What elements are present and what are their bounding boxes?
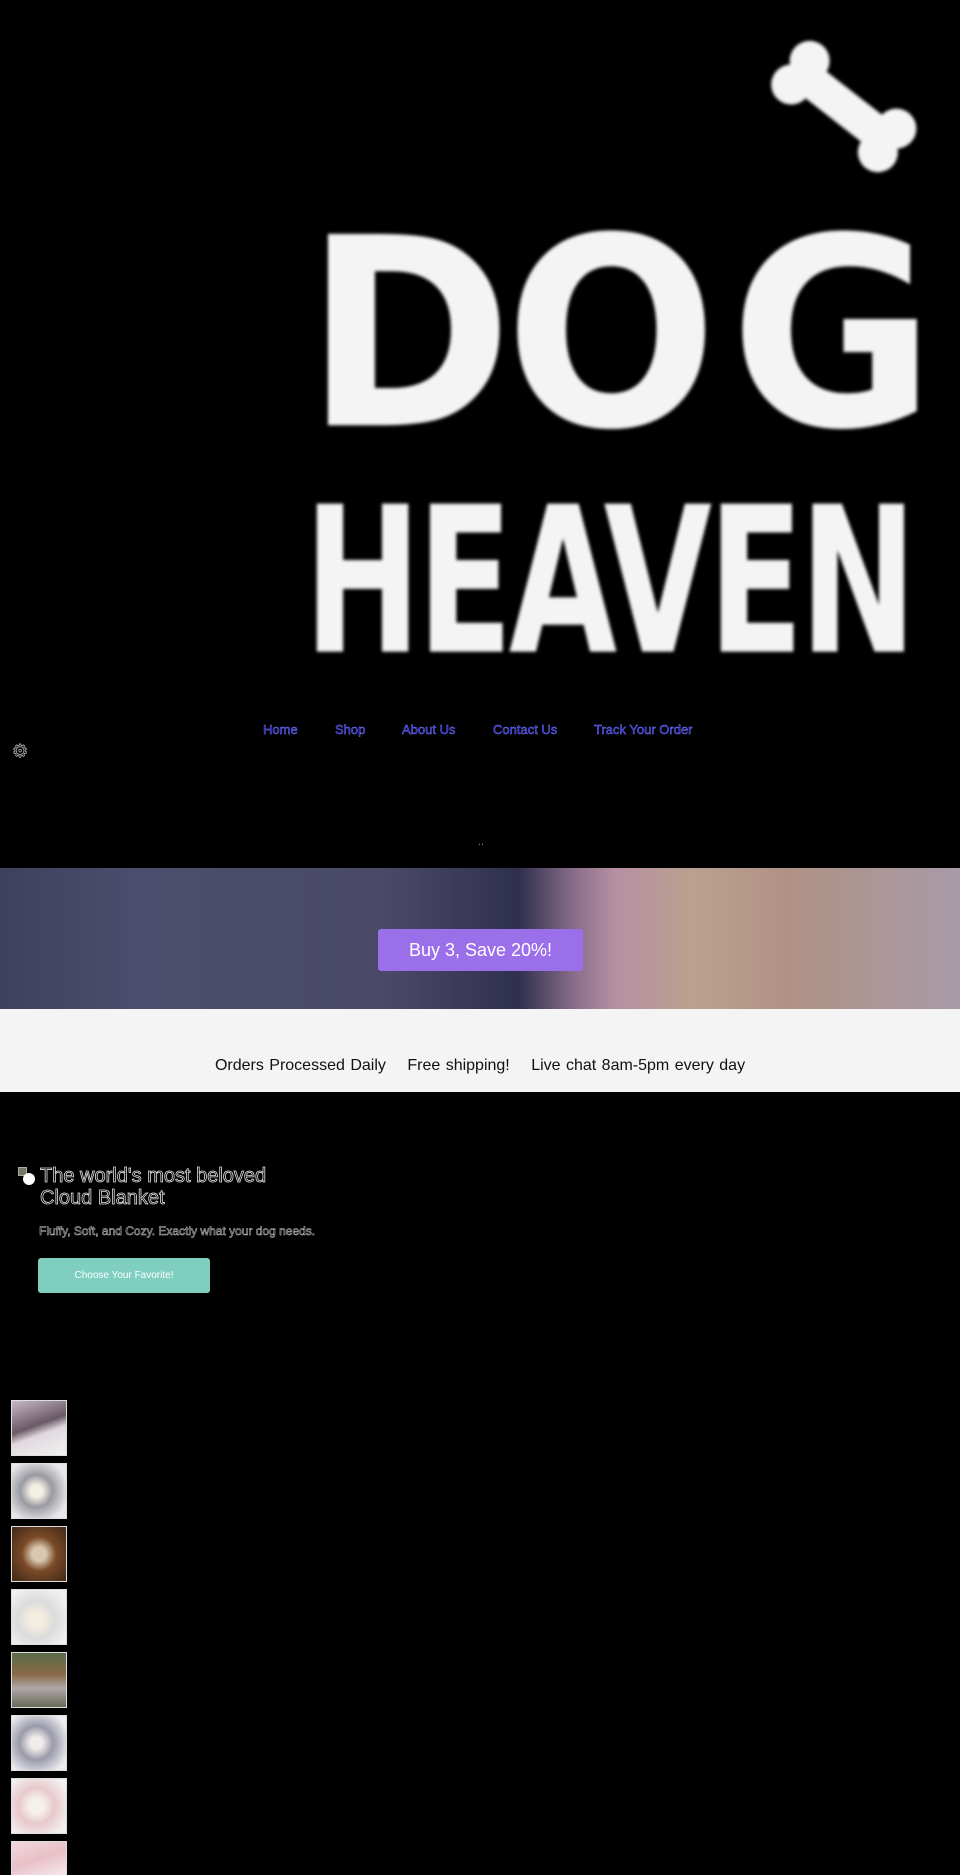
circle-icon	[23, 1173, 35, 1185]
thumbnail[interactable]	[11, 1463, 67, 1519]
logo[interactable]: D O G HEAVEN	[300, 20, 940, 684]
logo-heaven: HEAVEN	[304, 464, 917, 701]
thumbnail[interactable]	[11, 1778, 67, 1834]
dots-text: ..	[478, 836, 485, 848]
nav-home[interactable]: Home	[263, 722, 298, 737]
nav-contact-us[interactable]: Contact Us	[493, 722, 558, 737]
hero-title: The world's most beloved Cloud Blanket	[40, 1165, 267, 1210]
thumbnail[interactable]	[11, 1841, 67, 1875]
feature-shipping: Free shipping!	[407, 1057, 510, 1074]
thumbnail[interactable]	[11, 1715, 67, 1771]
choose-favorite-button[interactable]: Choose Your Favorite!	[38, 1258, 210, 1293]
hero-subtitle: Fluffy, Soft, and Cozy. Exactly what you…	[39, 1224, 316, 1239]
thumbnail[interactable]	[11, 1400, 67, 1456]
logo-letter: G	[730, 181, 936, 488]
nav-about-us[interactable]: About Us	[402, 722, 456, 737]
feature-orders: Orders Processed Daily	[214, 1057, 386, 1074]
nav-track-order[interactable]: Track Your Order	[594, 722, 693, 737]
thumbnail[interactable]	[11, 1526, 67, 1582]
bone-icon	[763, 32, 925, 181]
logo-letter: O	[505, 181, 718, 488]
buy-3-save-button[interactable]: Buy 3, Save 20%!	[378, 929, 583, 971]
thumbnail[interactable]	[11, 1652, 67, 1708]
thumbnail[interactable]	[11, 1589, 67, 1645]
nav-shop[interactable]: Shop	[335, 722, 366, 737]
logo-letter: D	[305, 181, 513, 488]
features-strip: Orders Processed Daily Free shipping! Li…	[0, 1009, 960, 1092]
feature-chat: Live chat 8am-5pm every day	[531, 1057, 746, 1074]
gear-icon[interactable]: ⚙	[12, 741, 29, 762]
